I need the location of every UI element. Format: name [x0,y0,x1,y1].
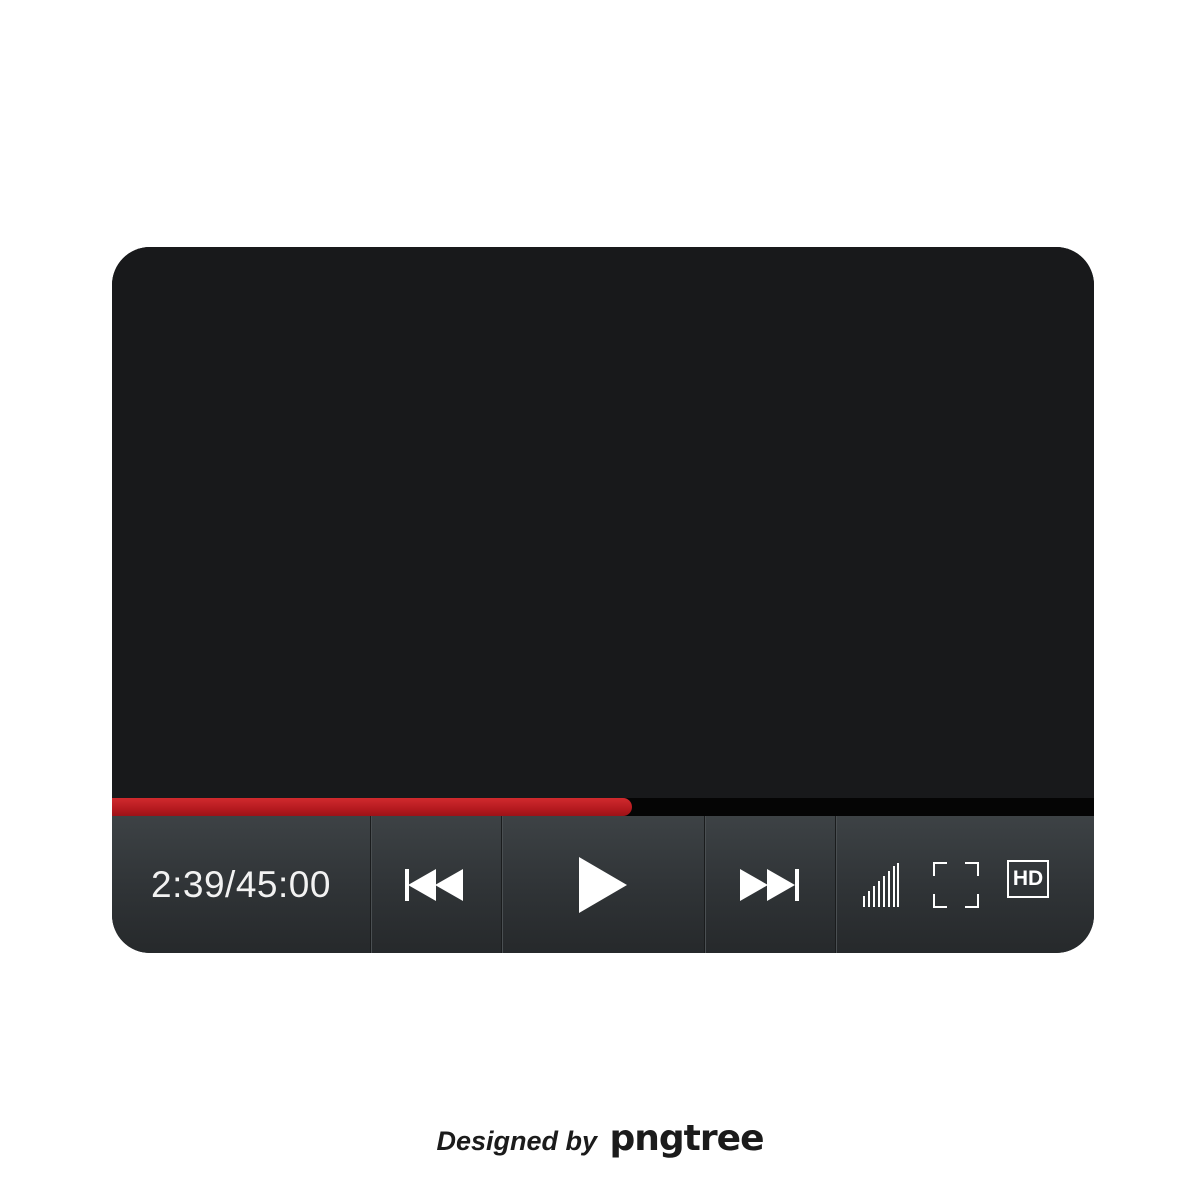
video-screen[interactable] [112,247,1094,798]
volume-button[interactable] [861,860,901,910]
skip-previous-icon [405,868,463,901]
fullscreen-icon [933,861,979,908]
progress-fill [112,798,633,816]
next-button[interactable] [704,816,835,953]
volume-bars-icon [863,862,899,907]
play-button[interactable] [501,816,704,953]
video-player: 2:39/45:00 HD [112,247,1094,953]
previous-button[interactable] [370,816,501,953]
designed-by-text: Designed by [436,1126,598,1156]
tools-cell: HD [835,816,1094,953]
hd-quality-button[interactable]: HD [1007,859,1049,898]
credit-watermark: Designed by pngtree [0,1118,1200,1159]
fullscreen-button[interactable] [931,860,981,910]
time-cell: 2:39/45:00 [112,816,370,953]
progress-bar[interactable] [112,798,1094,816]
control-bar: 2:39/45:00 HD [112,816,1094,953]
skip-next-icon [740,868,799,901]
brand-logo-text: pngtree [609,1118,765,1159]
time-display: 2:39/45:00 [151,863,331,905]
play-icon [579,856,627,913]
